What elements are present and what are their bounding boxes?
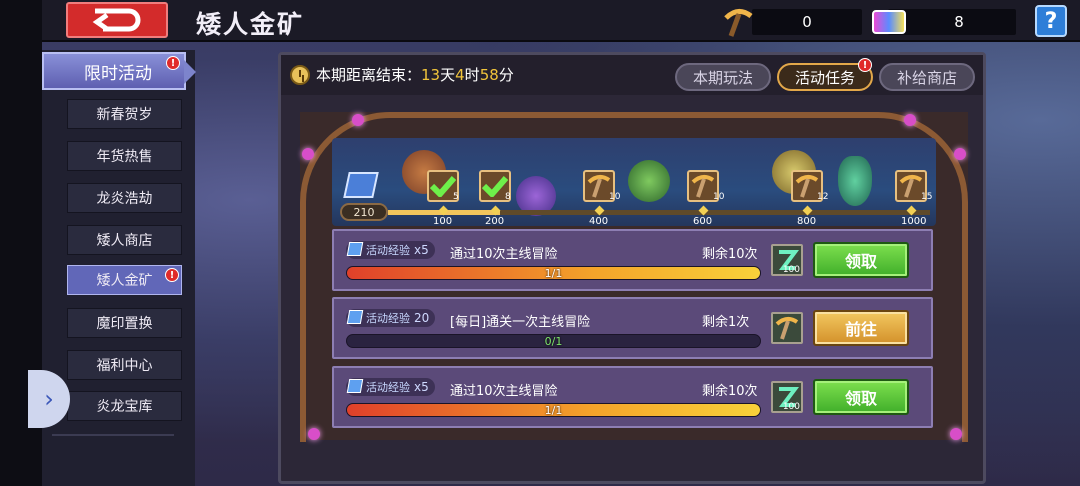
milestone-reward-count: 15 (921, 192, 933, 202)
sidebar-item-dragon-vault[interactable]: 炎龙宝库 (67, 391, 182, 421)
reward-orb-green (628, 160, 670, 202)
reward-count: 100 (782, 265, 800, 275)
task-reward-item[interactable] (771, 312, 803, 344)
pink-bead-decoration (352, 114, 364, 126)
milestone-label: 400 (589, 216, 609, 227)
milestone-reward-count: 12 (817, 192, 829, 202)
task-progress-text: 1/1 (544, 403, 563, 417)
sidebar-item-dwarf-shop[interactable]: 矮人商店 (67, 225, 182, 255)
sidebar-heading-label: 限时活动 (84, 63, 152, 84)
timer-day-unit: 天 (440, 66, 456, 84)
milestone-label: 800 (797, 216, 817, 227)
claim-button[interactable]: 领取 (813, 379, 909, 415)
pickaxe-counter: 0 (752, 9, 862, 35)
pink-bead-decoration (950, 428, 962, 440)
milestone-label: 1000 (901, 216, 927, 227)
exp-label: 活动经验 (366, 244, 410, 257)
exp-label: 活动经验 (366, 381, 410, 394)
task-row: 活动经验 x5 通过10次主线冒险 剩余10次 1/1 100 领取 (332, 366, 933, 428)
milestone-reward-count: 10 (713, 192, 725, 202)
milestone-reward-count: 10 (609, 192, 621, 202)
pickaxe-icon (775, 317, 799, 340)
task-remaining: 剩余1次 (702, 315, 750, 330)
chevron-right-icon: › (44, 385, 54, 413)
pink-bead-decoration (302, 148, 314, 160)
activity-exp-badge: 活动经验 x5 (346, 241, 435, 259)
timer-hour-unit: 时 (464, 66, 480, 84)
potion-icon (838, 156, 872, 206)
countdown-timer: 本期距离结束：13天4时58分 (290, 64, 514, 85)
exp-amount: 20 (414, 311, 430, 325)
exp-book-icon (346, 310, 364, 324)
timer-days: 13 (421, 66, 441, 84)
sidebar-item-seal-exchange[interactable]: 魔印置换 (67, 308, 182, 338)
tab-supply-shop[interactable]: 补给商店 (879, 63, 975, 91)
activity-exp-badge: 活动经验 20 (346, 309, 436, 327)
activity-exp-badge: 活动经验 x5 (346, 378, 435, 396)
task-remaining: 剩余10次 (702, 247, 758, 262)
exp-amount: x5 (414, 243, 429, 257)
milestone-reward-count: 8 (505, 192, 511, 202)
page-title: 矮人金矿 (196, 10, 305, 39)
task-progress-bar: 0/1 (346, 334, 761, 348)
sidebar-item-welfare-center[interactable]: 福利中心 (67, 350, 182, 380)
milestone-label: 200 (485, 216, 505, 227)
timer-hours: 4 (455, 66, 465, 84)
task-remaining: 剩余10次 (702, 384, 758, 399)
sidebar-item-dwarf-mine[interactable]: 矮人金矿 (67, 265, 182, 295)
milestone-label: 600 (693, 216, 713, 227)
pickaxe-icon (720, 5, 756, 41)
task-reward-item[interactable]: 100 (771, 381, 803, 413)
task-progress-bar: 1/1 (346, 266, 761, 280)
sidebar-heading[interactable]: 限时活动 (42, 52, 196, 90)
sidebar-item-new-year-goods[interactable]: 年货热售 (67, 141, 182, 171)
milestone-label: 100 (433, 216, 453, 227)
task-name: [每日]通关一次主线冒险 (450, 315, 591, 330)
task-row: 活动经验 x5 通过10次主线冒险 剩余10次 1/1 100 领取 (332, 229, 933, 291)
task-reward-item[interactable]: 100 (771, 244, 803, 276)
gem-icon (872, 10, 906, 34)
task-progress-text: 1/1 (544, 266, 563, 280)
go-button[interactable]: 前往 (813, 310, 909, 346)
tab-current-gameplay[interactable]: 本期玩法 (675, 63, 771, 91)
pink-bead-decoration (954, 148, 966, 160)
help-button[interactable]: ? (1035, 5, 1067, 37)
progress-total: 210 (340, 203, 388, 221)
task-name: 通过10次主线冒险 (450, 247, 558, 262)
sidebar-item-dragon-flame[interactable]: 龙炎浩劫 (67, 183, 182, 213)
pickaxe-count: 0 (802, 13, 812, 31)
gem-count: 8 (954, 13, 964, 31)
sidebar-item-new-year[interactable]: 新春贺岁 (67, 99, 182, 129)
background-right-area (988, 52, 1080, 486)
sidebar-heading-alert-badge: ! (166, 56, 180, 70)
exp-book-icon (343, 172, 379, 198)
back-button[interactable] (66, 2, 168, 38)
task-progress-bar: 1/1 (346, 403, 761, 417)
task-progress-text: 0/1 (544, 334, 563, 348)
exp-amount: x5 (414, 380, 429, 394)
task-name: 通过10次主线冒险 (450, 384, 558, 399)
timer-minutes: 58 (479, 66, 499, 84)
clock-icon (290, 64, 310, 85)
sidebar-item-dwarf-mine-alert-badge: ! (165, 268, 179, 282)
reward-count: 100 (782, 402, 800, 412)
exp-book-icon (346, 379, 364, 393)
timer-prefix: 本期距离结束： (316, 66, 422, 84)
milestone-reward-count: 5 (453, 192, 459, 202)
tab-event-tasks-alert-badge: ! (858, 58, 872, 72)
exp-label: 活动经验 (366, 312, 410, 325)
sidebar-divider (52, 434, 174, 436)
claim-button[interactable]: 领取 (813, 242, 909, 278)
exp-book-icon (346, 242, 364, 256)
gem-counter: 8 (888, 9, 1016, 35)
timer-minute-unit: 分 (498, 66, 514, 84)
back-arrow-icon (92, 8, 141, 32)
task-row: 活动经验 20 [每日]通关一次主线冒险 剩余1次 0/1 前往 (332, 297, 933, 359)
pink-bead-decoration (904, 114, 916, 126)
pink-bead-decoration (308, 428, 320, 440)
